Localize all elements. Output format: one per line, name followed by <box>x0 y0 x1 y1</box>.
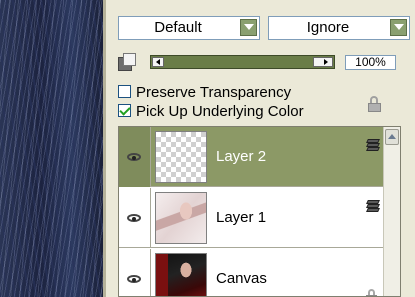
chevron-down-icon[interactable] <box>390 19 407 36</box>
slider-left-arrow-icon[interactable] <box>152 57 164 67</box>
alpha-mode-dropdown[interactable]: Ignore <box>268 16 410 40</box>
chevron-down-icon[interactable] <box>240 19 257 36</box>
layers-scrollbar[interactable] <box>383 127 400 296</box>
eye-icon <box>127 153 141 161</box>
layers-panel: Default Ignore 100% Preserve Transparenc… <box>106 0 415 297</box>
preserve-transparency-label: Preserve Transparency <box>136 84 292 101</box>
eye-icon <box>127 275 141 283</box>
opacity-value-field[interactable]: 100% <box>345 55 396 70</box>
document-canvas-area[interactable] <box>0 0 103 297</box>
blend-mode-dropdown[interactable]: Default <box>118 16 260 40</box>
preserve-transparency-checkbox[interactable] <box>118 85 131 98</box>
layers-list: Layer 2 Layer 1 Canvas <box>118 126 401 297</box>
pick-up-underlying-color-label: Pick Up Underlying Color <box>136 103 304 120</box>
pick-up-underlying-color-option[interactable]: Pick Up Underlying Color <box>118 103 304 121</box>
layer-row-layer-1[interactable]: Layer 1 <box>119 188 400 248</box>
layer-thumbnail <box>155 192 207 244</box>
layer-row-canvas[interactable]: Canvas <box>119 249 400 296</box>
layer-row-layer-2[interactable]: Layer 2 <box>119 127 400 187</box>
opacity-slider[interactable] <box>150 55 335 69</box>
layer-stack-icon[interactable] <box>365 137 381 153</box>
layer-thumbnail <box>155 253 207 296</box>
lock-icon[interactable] <box>367 96 383 112</box>
slider-thumb[interactable] <box>313 57 333 67</box>
layer-name: Layer 2 <box>216 148 267 165</box>
blend-mode-value: Default <box>154 19 202 36</box>
lock-icon <box>365 289 379 296</box>
layer-stack-icon[interactable] <box>365 198 381 214</box>
scroll-up-arrow-icon[interactable] <box>385 129 399 145</box>
visibility-toggle[interactable] <box>119 188 151 248</box>
alpha-mode-value: Ignore <box>306 19 350 36</box>
visibility-toggle[interactable] <box>119 249 151 296</box>
eye-icon <box>127 214 141 222</box>
layer-name: Layer 1 <box>216 209 267 226</box>
pick-up-underlying-color-checkbox[interactable] <box>118 104 131 117</box>
layer-mode-icon[interactable] <box>118 53 136 71</box>
layer-thumbnail <box>155 131 207 183</box>
layer-name: Canvas <box>216 270 267 287</box>
preserve-transparency-option[interactable]: Preserve Transparency <box>118 84 291 102</box>
visibility-toggle[interactable] <box>119 127 151 187</box>
